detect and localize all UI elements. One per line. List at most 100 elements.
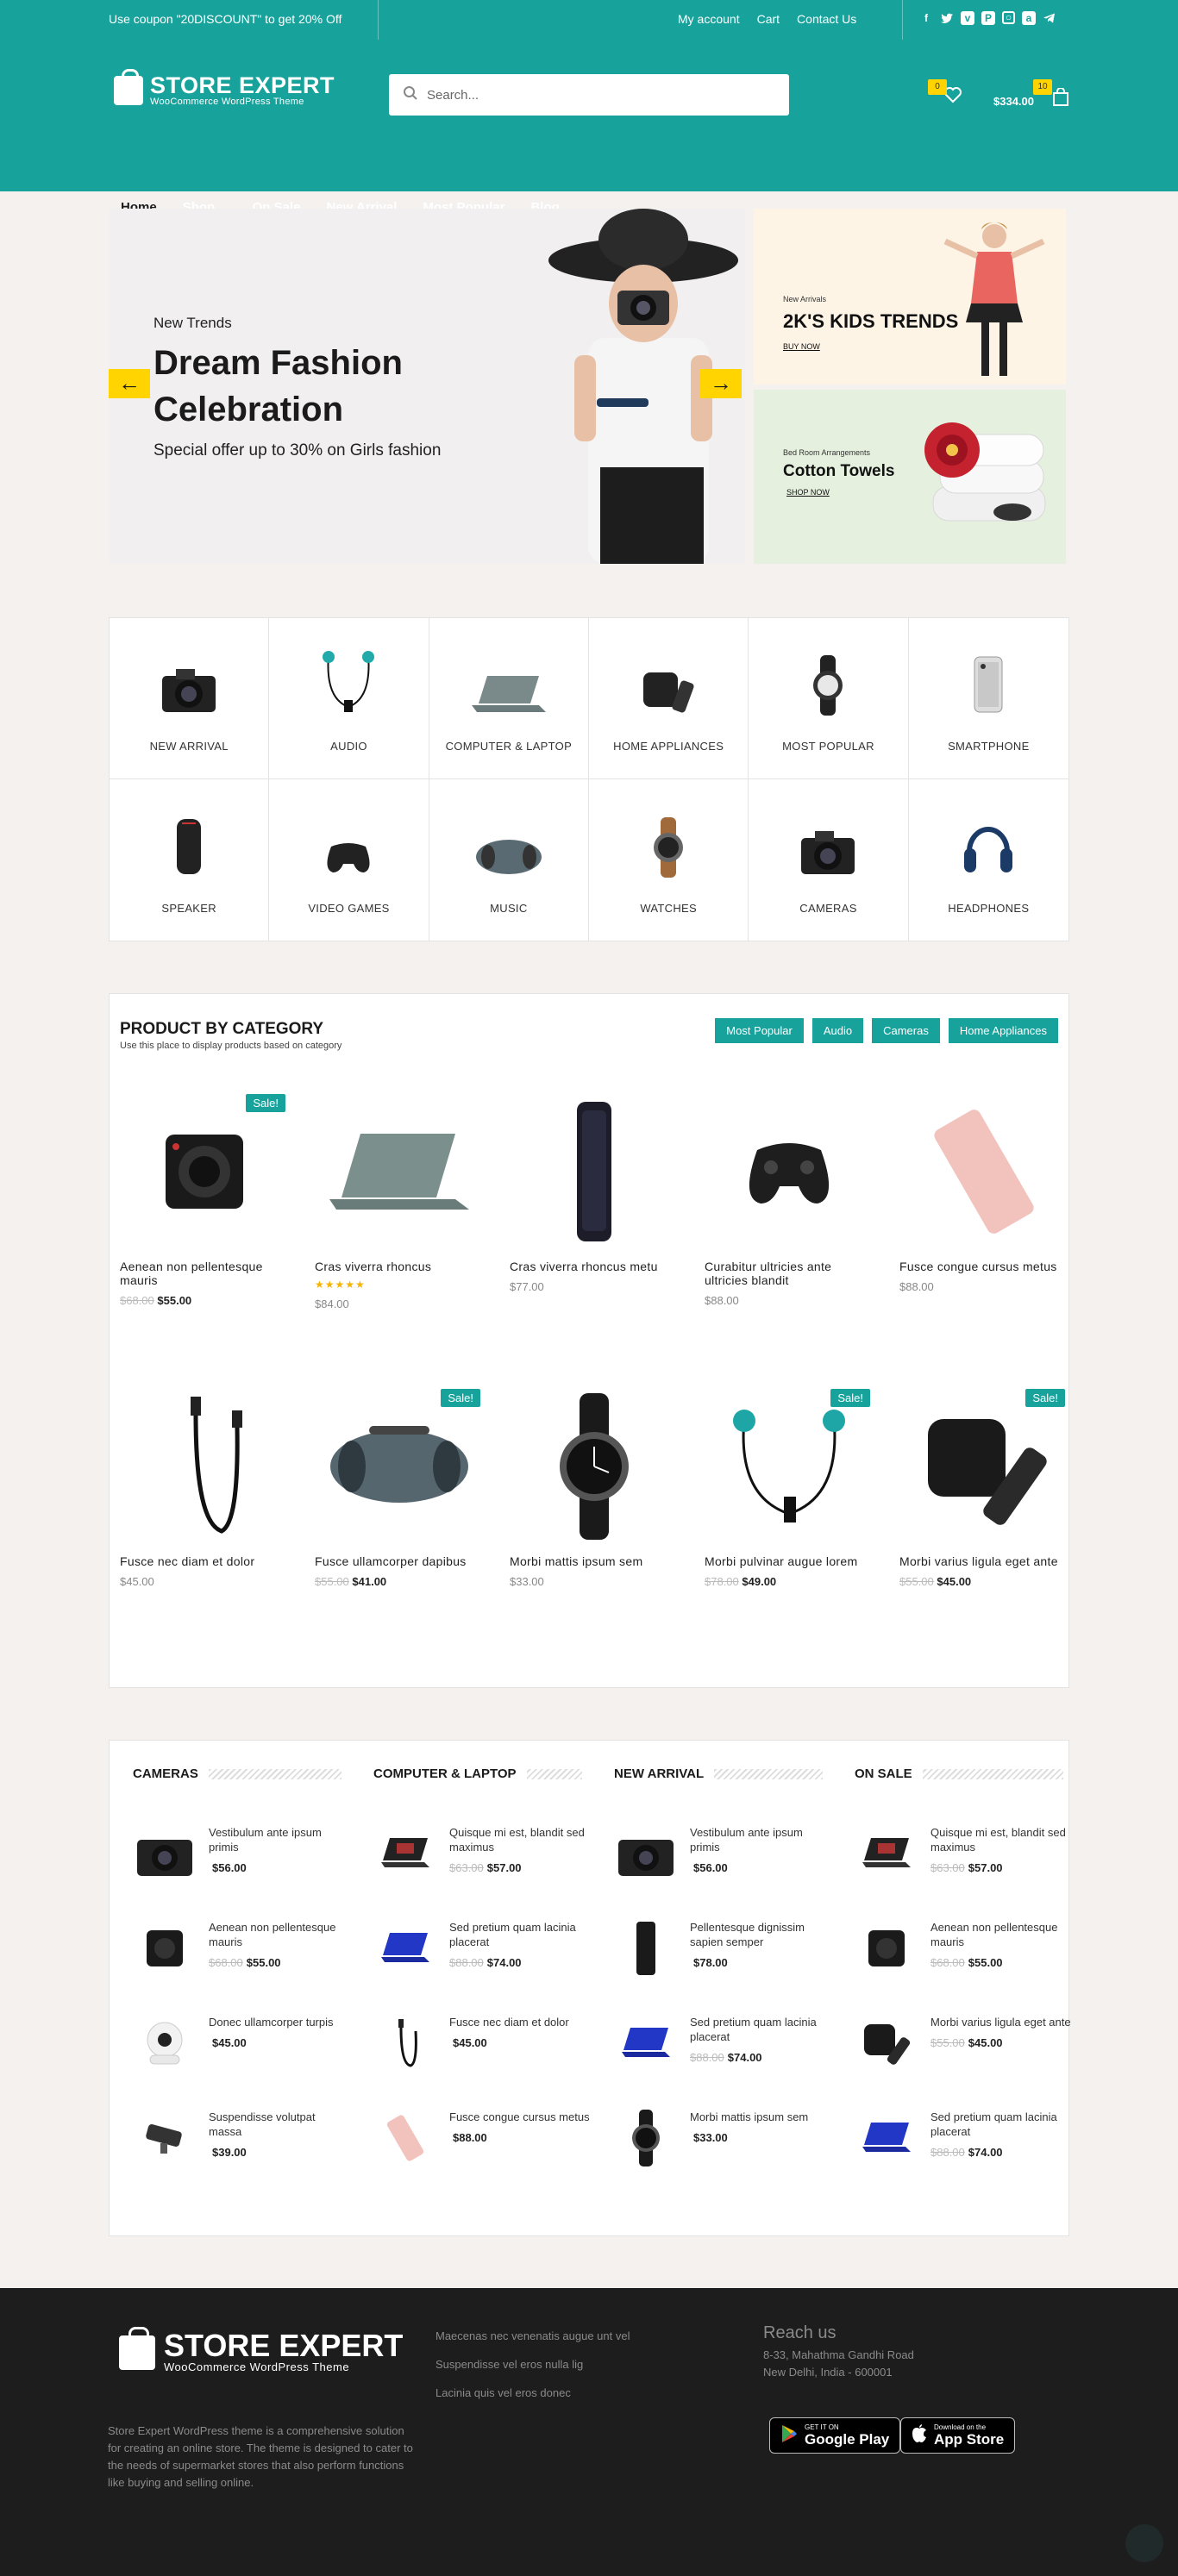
product-card[interactable]: Morbi mattis ipsum sem $33.00	[510, 1389, 679, 1588]
list-item[interactable]: Vestibulum ante ipsum primis $56.00	[133, 1822, 357, 1885]
product-name[interactable]: Cras viverra rhoncus	[315, 1260, 484, 1273]
product-card[interactable]: Cras viverra rhoncus ★★★★★ $84.00	[315, 1094, 484, 1310]
product-name[interactable]: Morbi pulvinar augue lorem	[705, 1554, 874, 1568]
item-name[interactable]: Donec ullamcorper turpis	[209, 2015, 351, 2029]
item-name[interactable]: Aenean non pellentesque mauris	[930, 1920, 1073, 1949]
product-image[interactable]	[510, 1094, 679, 1249]
product-image[interactable]: Sale!	[899, 1389, 1068, 1544]
product-thumb[interactable]	[614, 1822, 678, 1885]
item-name[interactable]: Vestibulum ante ipsum primis	[209, 1825, 351, 1854]
product-image[interactable]	[315, 1094, 484, 1249]
product-thumb[interactable]	[133, 1916, 197, 1980]
item-name[interactable]: Fusce nec diam et dolor	[449, 2015, 592, 2029]
item-name[interactable]: Morbi mattis ipsum sem	[690, 2110, 832, 2124]
promo-banner-kids[interactable]: New Arrivals 2K'S KIDS TRENDS BUY NOW	[754, 209, 1066, 385]
my-account-link[interactable]: My account	[678, 12, 740, 26]
item-name[interactable]: Sed pretium quam lacinia placerat	[449, 1920, 592, 1949]
product-name[interactable]: Fusce congue cursus metus	[899, 1260, 1068, 1273]
list-item[interactable]: Morbi mattis ipsum sem $33.00	[614, 2106, 838, 2170]
item-name[interactable]: Morbi varius ligula eget ante	[930, 2015, 1073, 2029]
list-item[interactable]: Donec ullamcorper turpis $45.00	[133, 2011, 357, 2075]
vimeo-icon[interactable]: v	[961, 11, 974, 25]
site-logo[interactable]: STORE EXPERT WooCommerce WordPress Theme	[114, 69, 335, 107]
product-card[interactable]: Sale! Fusce ullamcorper dapibus $55.00 $…	[315, 1389, 484, 1588]
list-item[interactable]: Pellentesque dignissim sapien semper $78.…	[614, 1916, 838, 1980]
product-name[interactable]: Fusce ullamcorper dapibus	[315, 1554, 484, 1568]
item-name[interactable]: Fusce congue cursus metus	[449, 2110, 592, 2124]
list-item[interactable]: Fusce nec diam et dolor $45.00	[373, 2011, 598, 2075]
product-image[interactable]	[705, 1094, 874, 1249]
category-most-popular[interactable]: MOST POPULAR	[749, 618, 909, 779]
footer-link[interactable]: Maecenas nec venenatis augue unt vel	[435, 2329, 630, 2342]
list-item[interactable]: Aenean non pellentesque mauris $68.00 $55.…	[855, 1916, 1079, 1980]
item-name[interactable]: Sed pretium quam lacinia placerat	[690, 2015, 832, 2044]
footer-link[interactable]: Suspendisse vel eros nulla lig	[435, 2358, 630, 2371]
cart-link[interactable]: Cart	[757, 12, 780, 26]
banner-towels-shop-now-link[interactable]: SHOP NOW	[786, 488, 830, 497]
facebook-icon[interactable]: f	[919, 11, 933, 25]
product-thumb[interactable]	[614, 2011, 678, 2075]
product-thumb[interactable]	[133, 1822, 197, 1885]
tab-home-appliances[interactable]: Home Appliances	[948, 1018, 1058, 1043]
item-name[interactable]: Suspendisse volutpat massa	[209, 2110, 351, 2139]
telegram-icon[interactable]	[1043, 11, 1056, 25]
twitter-icon[interactable]	[940, 11, 954, 25]
product-thumb[interactable]	[614, 1916, 678, 1980]
product-card[interactable]: Cras viverra rhoncus metu $77.00	[510, 1094, 679, 1293]
slider-prev-button[interactable]: ←	[109, 369, 150, 398]
category-music[interactable]: MUSIC	[429, 779, 589, 941]
category-new-arrival[interactable]: NEW ARRIVAL	[110, 618, 270, 779]
instagram-icon[interactable]: ○	[1002, 11, 1015, 24]
product-card[interactable]: Fusce nec diam et dolor $45.00	[120, 1389, 289, 1588]
product-card[interactable]: Sale! Morbi varius ligula eget ante $55.…	[899, 1389, 1068, 1588]
tab-audio[interactable]: Audio	[811, 1018, 864, 1043]
cart-icon[interactable]	[1052, 87, 1069, 111]
product-image[interactable]	[120, 1389, 289, 1544]
item-name[interactable]: Sed pretium quam lacinia placerat	[930, 2110, 1073, 2139]
list-item[interactable]: Sed pretium quam lacinia placerat $88.00 $…	[614, 2011, 838, 2075]
product-thumb[interactable]	[855, 1822, 918, 1885]
product-thumb[interactable]	[133, 2106, 197, 2170]
product-thumb[interactable]	[855, 1916, 918, 1980]
product-thumb[interactable]	[373, 2011, 437, 2075]
product-thumb[interactable]	[614, 2106, 678, 2170]
category-headphones[interactable]: HEADPHONES	[909, 779, 1068, 941]
paypal-icon[interactable]: P	[981, 11, 995, 25]
list-item[interactable]: Quisque mi est, blandit sed maximus $63.0…	[855, 1822, 1079, 1885]
item-name[interactable]: Vestibulum ante ipsum primis	[690, 1825, 832, 1854]
category-computer-laptop[interactable]: COMPUTER & LAPTOP	[429, 618, 589, 779]
product-image[interactable]	[899, 1094, 1068, 1249]
list-item[interactable]: Sed pretium quam lacinia placerat $88.00 $…	[855, 2106, 1079, 2170]
product-name[interactable]: Aenean non pellentesque mauris	[120, 1260, 289, 1287]
product-card[interactable]: Sale! Aenean non pellentesque mauris $68…	[120, 1094, 289, 1307]
tab-cameras[interactable]: Cameras	[872, 1018, 940, 1043]
contact-us-link[interactable]: Contact Us	[797, 12, 856, 26]
banner-kids-buy-now-link[interactable]: BUY NOW	[783, 342, 820, 351]
item-name[interactable]: Quisque mi est, blandit sed maximus	[930, 1825, 1073, 1854]
item-name[interactable]: Aenean non pellentesque mauris	[209, 1920, 351, 1949]
product-image[interactable]: Sale!	[705, 1389, 874, 1544]
product-card[interactable]: Curabitur ultricies ante ultricies bland…	[705, 1094, 874, 1307]
product-image[interactable]	[510, 1389, 679, 1544]
category-cameras[interactable]: CAMERAS	[749, 779, 909, 941]
product-thumb[interactable]	[373, 2106, 437, 2170]
product-name[interactable]: Morbi mattis ipsum sem	[510, 1554, 679, 1568]
footer-link[interactable]: Lacinia quis vel eros donec	[435, 2386, 630, 2399]
tab-most-popular[interactable]: Most Popular	[715, 1018, 804, 1043]
slider-next-button[interactable]: →	[700, 369, 742, 398]
search-input[interactable]	[427, 87, 772, 103]
product-name[interactable]: Cras viverra rhoncus metu	[510, 1260, 679, 1273]
scroll-to-top-button[interactable]	[1125, 2524, 1163, 2562]
category-smartphone[interactable]: SMARTPHONE	[908, 618, 1068, 779]
list-item[interactable]: Aenean non pellentesque mauris $68.00 $55.…	[133, 1916, 357, 1980]
amazon-icon[interactable]: a	[1022, 11, 1036, 25]
item-name[interactable]: Quisque mi est, blandit sed maximus	[449, 1825, 592, 1854]
product-card[interactable]: Fusce congue cursus metus $88.00	[899, 1094, 1068, 1293]
list-item[interactable]: Morbi varius ligula eget ante $55.00 $45.0…	[855, 2011, 1079, 2075]
app-store-button[interactable]: Download on the App Store	[900, 2417, 1016, 2454]
category-video-games[interactable]: VIDEO GAMES	[269, 779, 429, 941]
list-item[interactable]: Sed pretium quam lacinia placerat $88.00 $…	[373, 1916, 598, 1980]
promo-banner-towels[interactable]: Bed Room Arrangements Cotton Towels SHOP…	[754, 390, 1066, 564]
category-audio[interactable]: AUDIO	[269, 618, 429, 779]
product-name[interactable]: Morbi varius ligula eget ante	[899, 1554, 1068, 1568]
